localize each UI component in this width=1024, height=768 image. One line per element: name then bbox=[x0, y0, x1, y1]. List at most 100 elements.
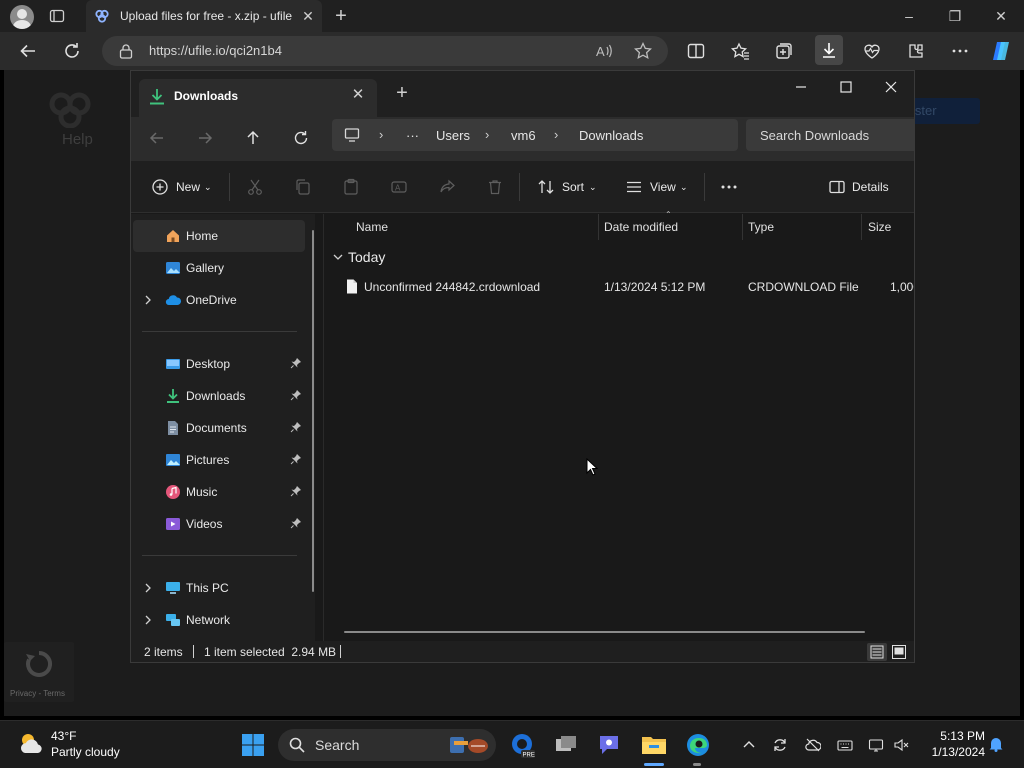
favorite-star-icon[interactable] bbox=[633, 41, 653, 61]
keyboard-icon[interactable] bbox=[837, 737, 853, 753]
taskbar-search-box[interactable]: Search bbox=[278, 729, 496, 761]
explorer-new-tab-button[interactable]: + bbox=[393, 83, 411, 103]
clock-date[interactable]: 1/13/2024 bbox=[921, 745, 985, 759]
split-screen-icon[interactable] bbox=[686, 41, 706, 61]
minimize-icon[interactable]: – bbox=[899, 6, 919, 26]
column-header-name[interactable]: Name bbox=[324, 214, 598, 240]
breadcrumb-downloads[interactable]: Downloads bbox=[579, 128, 643, 143]
cut-icon[interactable] bbox=[246, 178, 264, 196]
site-help-link[interactable]: Help bbox=[62, 131, 93, 148]
nav-up-icon[interactable] bbox=[244, 129, 262, 147]
pin-icon[interactable] bbox=[290, 357, 302, 369]
browser-tab[interactable]: Upload files for free - x.zip - ufile ✕ bbox=[86, 0, 322, 32]
lock-icon[interactable] bbox=[119, 43, 133, 59]
chevron-right-icon[interactable] bbox=[143, 582, 153, 594]
pin-icon[interactable] bbox=[290, 389, 302, 401]
this-pc-icon[interactable] bbox=[344, 127, 360, 143]
copy-icon[interactable] bbox=[294, 178, 312, 196]
delete-icon[interactable] bbox=[486, 178, 504, 196]
edge-preview-icon[interactable]: PRE bbox=[508, 731, 536, 759]
nav-forward-icon[interactable] bbox=[196, 129, 214, 147]
column-header-type[interactable]: Type bbox=[743, 214, 861, 240]
copilot-icon[interactable] bbox=[989, 40, 1013, 62]
new-button[interactable]: New ⌄ bbox=[143, 161, 217, 213]
refresh-icon[interactable] bbox=[62, 41, 82, 61]
paste-icon[interactable] bbox=[342, 178, 360, 196]
search-input[interactable]: Search Downloads bbox=[746, 119, 914, 151]
sync-icon[interactable] bbox=[772, 737, 788, 753]
sidebar-scrollbar[interactable] bbox=[312, 230, 314, 592]
read-aloud-icon[interactable]: A bbox=[594, 41, 614, 61]
downloads-button[interactable] bbox=[815, 35, 843, 65]
pin-icon[interactable] bbox=[290, 517, 302, 529]
breadcrumb-users[interactable]: Users bbox=[436, 128, 470, 143]
column-header-date-modified[interactable]: Date modified ⌃ bbox=[599, 210, 742, 240]
sidebar-item-this-pc[interactable]: This PC bbox=[133, 572, 305, 604]
task-view-icon[interactable] bbox=[552, 731, 580, 759]
onedrive-tray-icon[interactable] bbox=[805, 737, 821, 753]
chevron-right-icon[interactable] bbox=[143, 614, 153, 626]
breadcrumb-vm6[interactable]: vm6 bbox=[511, 128, 536, 143]
share-icon[interactable] bbox=[438, 178, 456, 196]
pin-icon[interactable] bbox=[290, 485, 302, 497]
back-icon[interactable] bbox=[18, 41, 38, 61]
explorer-close-icon[interactable] bbox=[881, 77, 901, 97]
pin-icon[interactable] bbox=[290, 421, 302, 433]
pin-icon[interactable] bbox=[290, 453, 302, 465]
url-text[interactable]: https://ufile.io/qci2n1b4 bbox=[149, 43, 282, 58]
show-hidden-icons-chevron-icon[interactable] bbox=[741, 737, 757, 753]
explorer-tab-downloads[interactable]: Downloads ✕ bbox=[139, 79, 377, 117]
partly-cloudy-icon[interactable] bbox=[17, 729, 45, 757]
sidebar-item-network[interactable]: Network bbox=[133, 604, 305, 636]
windows-start-icon[interactable] bbox=[241, 733, 265, 757]
breadcrumb-chevron-icon[interactable]: › bbox=[485, 127, 489, 142]
network-tray-icon[interactable] bbox=[868, 737, 884, 753]
explorer-minimize-icon[interactable] bbox=[791, 77, 811, 97]
weather-description[interactable]: Partly cloudy bbox=[51, 745, 120, 759]
sidebar-item-documents[interactable]: Documents bbox=[133, 412, 305, 444]
breadcrumb-chevron-icon[interactable]: › bbox=[554, 127, 558, 142]
nav-refresh-icon[interactable] bbox=[292, 129, 310, 147]
more-options-icon[interactable] bbox=[950, 41, 970, 61]
profile-avatar[interactable] bbox=[10, 5, 34, 29]
recaptcha-privacy-terms[interactable]: Privacy - Terms bbox=[10, 689, 65, 698]
new-tab-button[interactable]: + bbox=[331, 6, 351, 26]
browser-essentials-icon[interactable] bbox=[862, 41, 882, 61]
explorer-tab-close-icon[interactable]: ✕ bbox=[350, 87, 366, 103]
sidebar-item-music[interactable]: Music bbox=[133, 476, 305, 508]
restore-icon[interactable]: ❐ bbox=[945, 6, 965, 26]
breadcrumb-overflow[interactable]: ··· bbox=[406, 128, 419, 143]
address-bar[interactable]: https://ufile.io/qci2n1b4 bbox=[102, 36, 668, 66]
favorites-icon[interactable] bbox=[730, 41, 750, 61]
weather-temperature[interactable]: 43°F bbox=[51, 729, 76, 743]
sidebar-item-gallery[interactable]: Gallery bbox=[133, 252, 305, 284]
sidebar-item-onedrive[interactable]: OneDrive bbox=[133, 284, 305, 316]
collections-icon[interactable] bbox=[774, 41, 794, 61]
tab-actions-icon[interactable] bbox=[49, 8, 65, 24]
volume-muted-icon[interactable] bbox=[893, 737, 909, 753]
close-window-icon[interactable]: ✕ bbox=[991, 6, 1011, 26]
extensions-icon[interactable] bbox=[906, 41, 926, 61]
file-row[interactable]: Unconfirmed 244842.crdownload 1/13/2024 … bbox=[334, 276, 914, 298]
nav-back-icon[interactable] bbox=[148, 129, 166, 147]
notification-bell-icon[interactable] bbox=[988, 736, 1004, 752]
sidebar-item-videos[interactable]: Videos bbox=[133, 508, 305, 540]
view-button[interactable]: View ⌄ bbox=[623, 161, 695, 213]
sidebar-item-pictures[interactable]: Pictures bbox=[133, 444, 305, 476]
tab-close-icon[interactable]: ✕ bbox=[300, 8, 316, 24]
breadcrumb-chevron-icon[interactable]: › bbox=[379, 127, 383, 142]
teams-chat-icon[interactable] bbox=[595, 731, 623, 759]
details-button[interactable]: Details bbox=[828, 161, 908, 213]
breadcrumb[interactable]: › ··· Users › vm6 › Downloads bbox=[332, 119, 738, 151]
details-view-icon[interactable] bbox=[867, 643, 887, 661]
sidebar-item-desktop[interactable]: Desktop bbox=[133, 348, 305, 380]
horizontal-scrollbar[interactable] bbox=[344, 631, 865, 633]
edge-browser-icon[interactable] bbox=[684, 731, 712, 759]
sidebar-item-downloads[interactable]: Downloads bbox=[133, 380, 305, 412]
clock-time[interactable]: 5:13 PM bbox=[935, 729, 985, 743]
sidebar-item-home[interactable]: Home bbox=[133, 220, 305, 252]
rename-icon[interactable]: A bbox=[390, 178, 408, 196]
large-icons-view-icon[interactable] bbox=[889, 643, 909, 661]
column-header-size[interactable]: Size bbox=[862, 214, 914, 240]
chevron-right-icon[interactable] bbox=[143, 294, 153, 306]
